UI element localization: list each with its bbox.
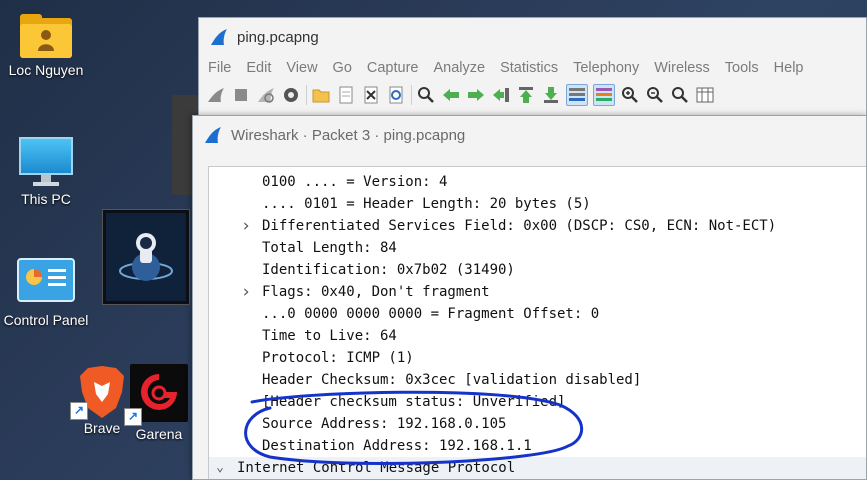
dialog-titlebar[interactable]: Wireshark · Packet 3 · ping.pcapng: [193, 116, 866, 154]
main-window-title: ping.pcapng: [237, 28, 319, 46]
garena-logo-icon: ↗: [124, 364, 188, 426]
tree-row-text: .... 0101 = Header Length: 20 bytes (5): [262, 196, 591, 212]
forward-arrow-icon[interactable]: [466, 85, 486, 105]
desktop-icon-label: Garena: [135, 426, 183, 442]
options-gear-icon[interactable]: [281, 85, 301, 105]
tree-row[interactable]: Protocol: ICMP (1): [209, 347, 866, 369]
desktop-icon-garena[interactable]: ↗ Garena: [124, 364, 190, 442]
dialog-title: Wireshark · Packet 3 · ping.pcapng: [231, 126, 466, 144]
astronaut-wallpaper-widget: [103, 210, 189, 304]
back-arrow-icon[interactable]: [441, 85, 461, 105]
desktop-icon-brave[interactable]: ↗ Brave: [70, 364, 132, 436]
tree-row-text: Identification: 0x7b02 (31490): [262, 262, 515, 278]
menu-tools[interactable]: Tools: [725, 60, 759, 76]
monitor-icon: [19, 137, 73, 187]
first-packet-icon[interactable]: [516, 85, 536, 105]
menu-analyze[interactable]: Analyze: [433, 60, 485, 76]
tree-row-text: Internet Control Message Protocol: [237, 460, 516, 476]
tree-row[interactable]: [Header checksum status: Unverified]: [209, 391, 866, 413]
tree-row-text: 0100 .... = Version: 4: [262, 174, 448, 190]
tree-row-text: Source Address: 192.168.0.105: [262, 416, 507, 432]
tree-row[interactable]: Time to Live: 64: [209, 325, 866, 347]
shark-start-icon[interactable]: [206, 85, 226, 105]
tree-row[interactable]: ⌄ Internet Control Message Protocol: [209, 457, 866, 479]
desktop-icon-label: Control Panel: [3, 312, 89, 328]
tree-row-text: Total Length: 84: [262, 240, 397, 256]
goto-packet-icon[interactable]: [491, 85, 511, 105]
colorize-icon[interactable]: [593, 84, 615, 106]
tree-row[interactable]: Source Address: 192.168.0.105: [209, 413, 866, 435]
menu-go[interactable]: Go: [333, 60, 352, 76]
desktop-icon-label: Brave: [83, 420, 121, 436]
stop-icon[interactable]: [231, 85, 251, 105]
tree-row-text: Time to Live: 64: [262, 328, 397, 344]
tree-row[interactable]: › Flags: 0x40, Don't fragment: [209, 281, 866, 303]
shortcut-arrow-icon: ↗: [70, 402, 88, 420]
find-icon[interactable]: [416, 85, 436, 105]
wireshark-fin-icon: [205, 127, 221, 143]
expanded-chevron-icon[interactable]: ⌄: [213, 457, 227, 479]
menu-view[interactable]: View: [286, 60, 317, 76]
packet-detail-tree[interactable]: 0100 .... = Version: 4 .... 0101 = Header…: [208, 166, 866, 479]
zoom-reset-icon[interactable]: [670, 85, 690, 105]
close-file-icon[interactable]: [361, 85, 381, 105]
zoom-out-icon[interactable]: [645, 85, 665, 105]
wireshark-fin-icon: [211, 29, 227, 45]
main-toolbar: [199, 80, 866, 110]
tree-row-text: Protocol: ICMP (1): [262, 350, 414, 366]
packet-details-dialog[interactable]: Wireshark · Packet 3 · ping.pcapng 0100 …: [192, 115, 867, 480]
restart-icon[interactable]: [256, 85, 276, 105]
desktop-icon-label: This PC: [21, 191, 71, 207]
tree-row-text: [Header checksum status: Unverified]: [262, 394, 566, 410]
tree-row[interactable]: Total Length: 84: [209, 237, 866, 259]
tree-row[interactable]: ...0 0000 0000 0000 = Fragment Offset: 0: [209, 303, 866, 325]
menu-edit[interactable]: Edit: [246, 60, 271, 76]
tree-row[interactable]: Header Checksum: 0x3cec [validation disa…: [209, 369, 866, 391]
user-folder-icon: [20, 14, 72, 58]
tree-row[interactable]: Destination Address: 192.168.1.1: [209, 435, 866, 457]
shortcut-arrow-icon: ↗: [124, 408, 142, 426]
menu-telephony[interactable]: Telephony: [573, 60, 639, 76]
menu-help[interactable]: Help: [774, 60, 804, 76]
tree-row-text: ...0 0000 0000 0000 = Fragment Offset: 0: [262, 306, 600, 322]
zoom-in-icon[interactable]: [620, 85, 640, 105]
desktop-icon-this-pc[interactable]: This PC: [2, 137, 90, 207]
menu-file[interactable]: File: [208, 60, 231, 76]
menu-capture[interactable]: Capture: [367, 60, 419, 76]
tree-row-text: Differentiated Services Field: 0x00 (DSC…: [262, 218, 777, 234]
autoscroll-icon[interactable]: [566, 84, 588, 106]
tree-row-text: Header Checksum: 0x3cec [validation disa…: [262, 372, 642, 388]
collapsed-chevron-icon[interactable]: ›: [239, 215, 253, 237]
brave-lion-icon: ↗: [70, 364, 128, 420]
tree-row[interactable]: › Differentiated Services Field: 0x00 (DS…: [209, 215, 866, 237]
desktop-icon-label: Loc Nguyen: [8, 62, 84, 78]
tree-row[interactable]: .... 0101 = Header Length: 20 bytes (5): [209, 193, 866, 215]
tree-row[interactable]: 0100 .... = Version: 4: [209, 171, 866, 193]
reload-icon[interactable]: [386, 85, 406, 105]
menu-bar: File Edit View Go Capture Analyze Statis…: [199, 56, 866, 80]
menu-wireless[interactable]: Wireless: [654, 60, 710, 76]
main-titlebar[interactable]: ping.pcapng: [199, 18, 866, 56]
collapsed-chevron-icon[interactable]: ›: [239, 281, 253, 303]
desktop-icon-user-folder[interactable]: Loc Nguyen: [2, 14, 90, 78]
tree-row[interactable]: Identification: 0x7b02 (31490): [209, 259, 866, 281]
tree-row-text: Flags: 0x40, Don't fragment: [262, 284, 490, 300]
open-folder-icon[interactable]: [311, 85, 331, 105]
resize-columns-icon[interactable]: [695, 85, 715, 105]
file-set-icon[interactable]: [336, 85, 356, 105]
desktop-icon-control-panel[interactable]: Control Panel: [2, 258, 90, 328]
tree-row-text: Destination Address: 192.168.1.1: [262, 438, 532, 454]
last-packet-icon[interactable]: [541, 85, 561, 105]
control-panel-icon: [17, 258, 75, 308]
menu-statistics[interactable]: Statistics: [500, 60, 558, 76]
